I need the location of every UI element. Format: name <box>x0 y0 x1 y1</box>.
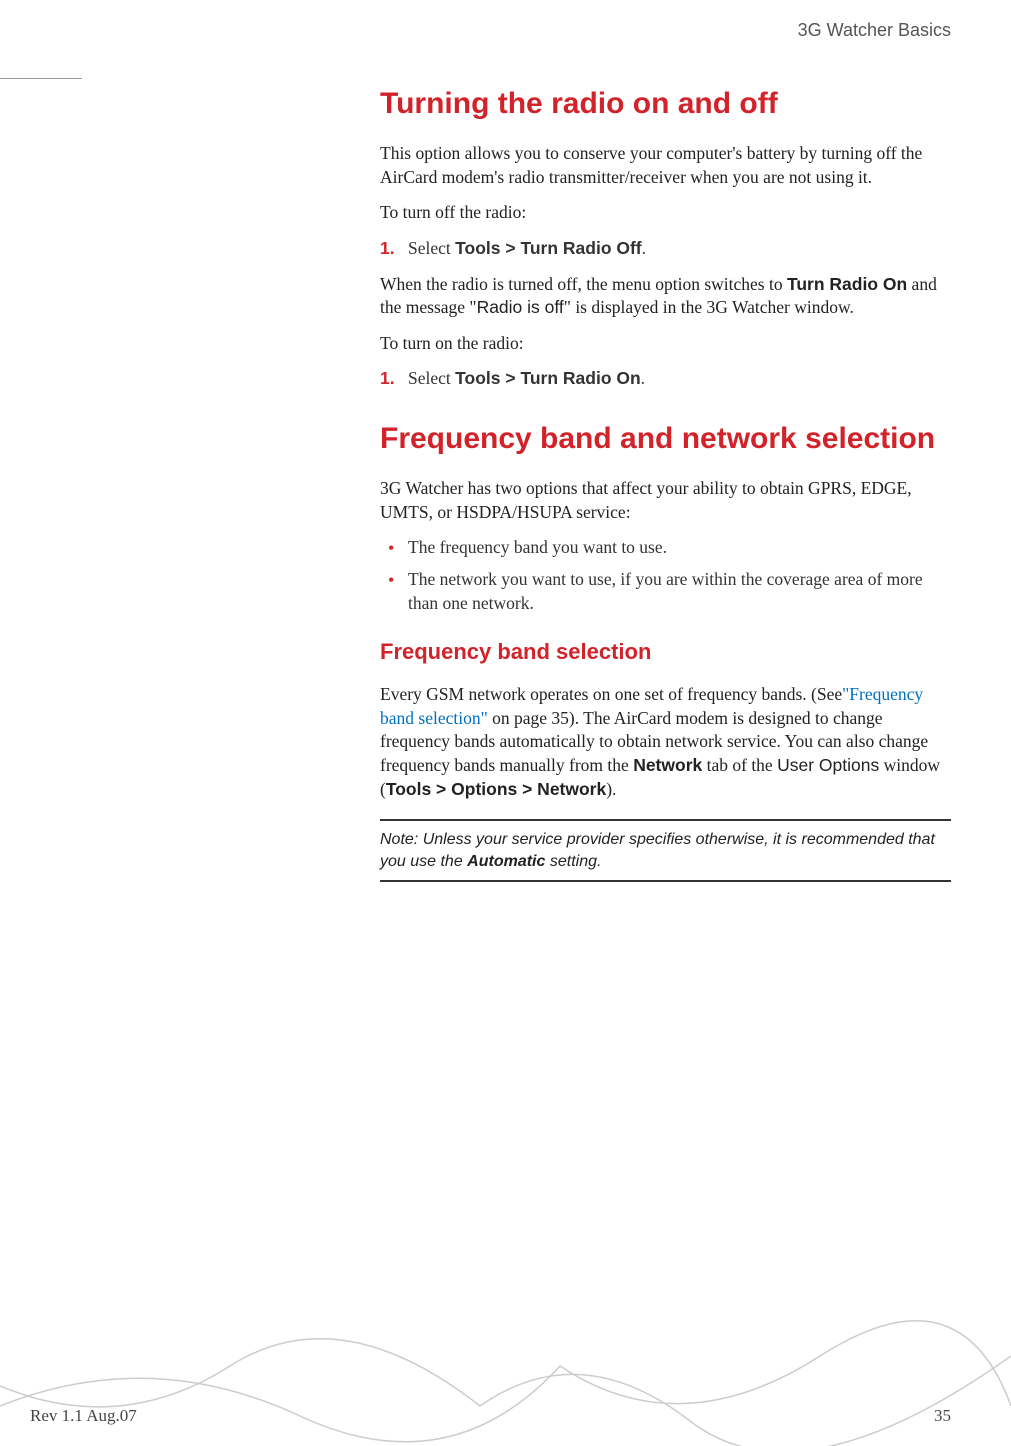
bullet-network: The network you want to use, if you are … <box>380 568 951 615</box>
step-text-pre: Select <box>408 368 455 388</box>
para-intro: This option allows you to conserve your … <box>380 142 951 189</box>
step-number: 1. <box>380 237 395 261</box>
page-footer: Rev 1.1 Aug.07 35 <box>30 1406 951 1426</box>
steps-turn-on: 1. Select Tools > Turn Radio On. <box>380 367 951 391</box>
step-number: 1. <box>380 367 395 391</box>
step-turn-on-1: 1. Select Tools > Turn Radio On. <box>380 367 951 391</box>
step-text-post: . <box>641 368 645 388</box>
bullet-freq-band: The frequency band you want to use. <box>380 536 951 560</box>
heading-frequency-band: Frequency band and network selection <box>380 421 951 457</box>
para-turn-off: To turn off the radio: <box>380 201 951 225</box>
subheading-freq-selection: Frequency band selection <box>380 639 951 665</box>
chapter-title: 3G Watcher Basics <box>798 20 951 40</box>
para-radio-off-state: When the radio is turned off, the menu o… <box>380 273 951 320</box>
para-turn-on: To turn on the radio: <box>380 332 951 356</box>
para-freq-intro: 3G Watcher has two options that affect y… <box>380 477 951 524</box>
side-rule <box>0 78 82 79</box>
footer-rev: Rev 1.1 Aug.07 <box>30 1406 137 1426</box>
para-freq-detail: Every GSM network operates on one set of… <box>380 683 951 801</box>
main-content: Turning the radio on and off This option… <box>380 51 951 882</box>
heading-turning-radio: Turning the radio on and off <box>380 86 951 122</box>
note-block: Note: Unless your service provider speci… <box>380 819 951 882</box>
step-text-bold: Tools > Turn Radio On <box>455 368 641 388</box>
footer-page-number: 35 <box>934 1406 951 1426</box>
note-text: Note: Unless your service provider speci… <box>380 829 951 872</box>
step-turn-off-1: 1. Select Tools > Turn Radio Off. <box>380 237 951 261</box>
step-text-bold: Tools > Turn Radio Off <box>455 238 642 258</box>
step-text-post: . <box>642 238 646 258</box>
page-header: 3G Watcher Basics <box>0 0 1011 51</box>
step-text-pre: Select <box>408 238 455 258</box>
steps-turn-off: 1. Select Tools > Turn Radio Off. <box>380 237 951 261</box>
freq-bullets: The frequency band you want to use. The … <box>380 536 951 615</box>
